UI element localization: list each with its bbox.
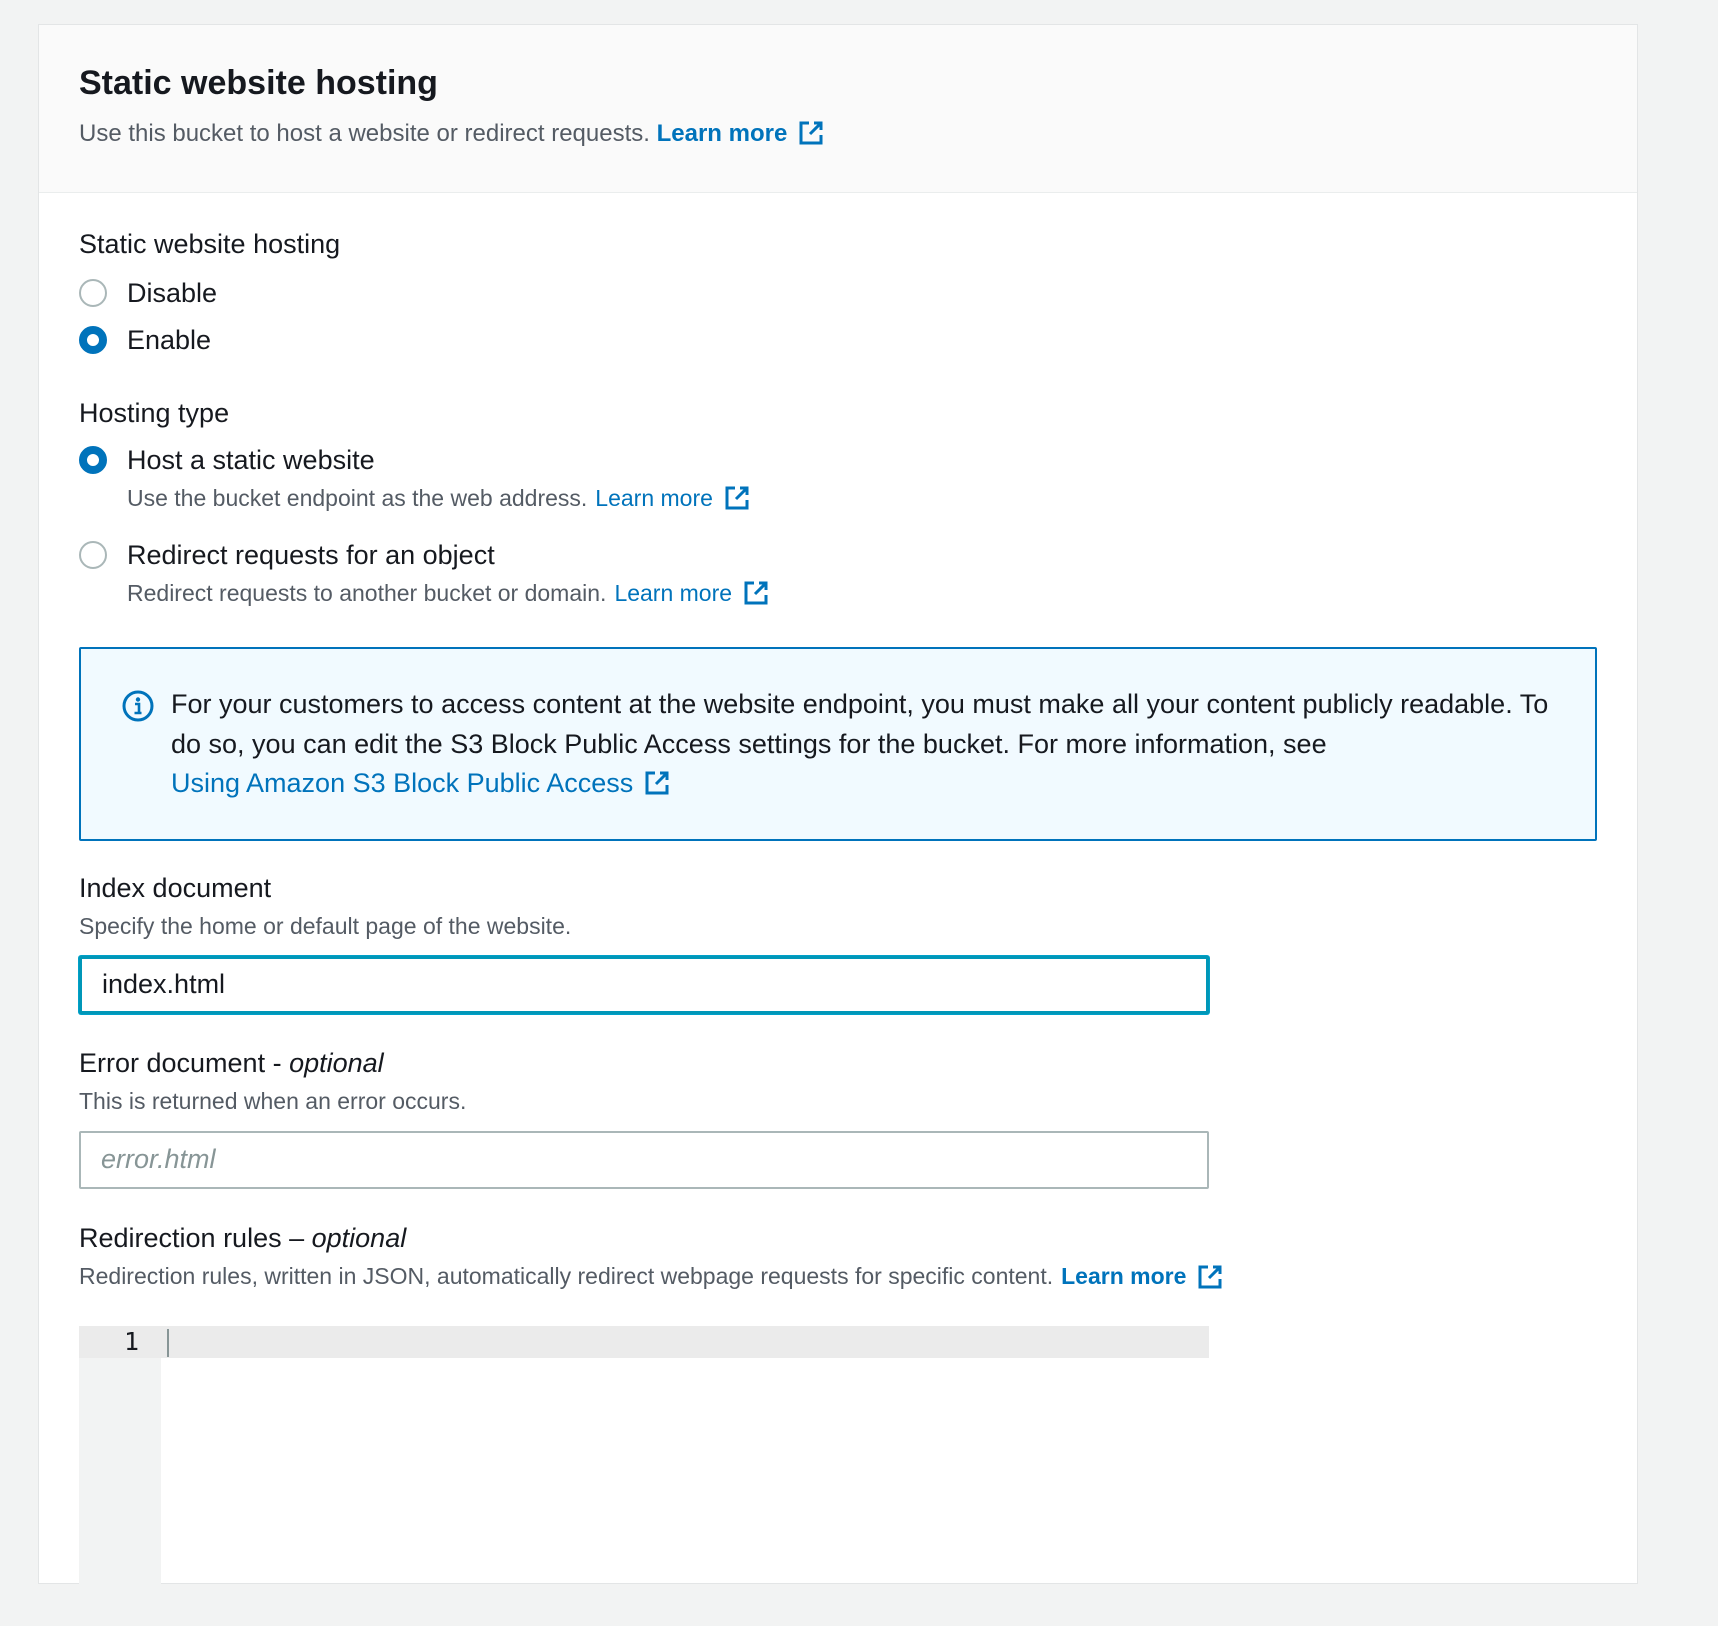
radio-redirect[interactable]: Redirect requests for an object Redirect… bbox=[79, 540, 1597, 607]
radio-host-static-label: Host a static website bbox=[127, 445, 375, 476]
error-document-label: Error document - optional bbox=[79, 1046, 1597, 1081]
panel-header: Static website hosting Use this bucket t… bbox=[39, 25, 1637, 193]
panel-description: Use this bucket to host a website or red… bbox=[79, 118, 1597, 149]
redirect-desc-text: Redirect requests to another bucket or d… bbox=[127, 579, 607, 606]
external-link-icon bbox=[1196, 1263, 1224, 1291]
index-document-label: Index document bbox=[79, 872, 272, 903]
info-alert-message: For your customers to access content at … bbox=[171, 689, 1549, 759]
editor-gutter bbox=[79, 1325, 161, 1626]
block-public-access-link[interactable]: Using Amazon S3 Block Public Access bbox=[171, 764, 671, 803]
panel-description-text: Use this bucket to host a website or red… bbox=[79, 119, 650, 147]
radio-disable-label: Disable bbox=[127, 278, 218, 309]
header-learn-more-label: Learn more bbox=[656, 119, 788, 147]
info-alert-text: For your customers to access content at … bbox=[171, 685, 1555, 802]
info-alert: For your customers to access content at … bbox=[79, 647, 1597, 841]
redirection-rules-label: Redirection rules – optional bbox=[79, 1221, 1597, 1256]
radio-enable-label: Enable bbox=[127, 325, 212, 356]
redirect-learn-more-link[interactable]: Learn more bbox=[614, 579, 770, 607]
editor-line-number: 1 bbox=[123, 1326, 139, 1356]
external-link-icon bbox=[742, 579, 770, 607]
host-static-desc-text: Use the bucket endpoint as the web addre… bbox=[127, 484, 588, 511]
error-document-description: This is returned when an error occurs. bbox=[79, 1087, 467, 1114]
radio-host-static-circle[interactable] bbox=[79, 446, 107, 475]
block-public-access-label: Using Amazon S3 Block Public Access bbox=[171, 767, 634, 798]
radio-disable-circle[interactable] bbox=[79, 279, 107, 308]
external-link-icon bbox=[643, 769, 671, 797]
header-learn-more-link[interactable]: Learn more bbox=[657, 118, 826, 149]
radio-redirect-description: Redirect requests to another bucket or d… bbox=[127, 579, 770, 607]
radio-enable[interactable]: Enable bbox=[79, 325, 1597, 356]
radio-enable-circle[interactable] bbox=[79, 326, 107, 355]
host-static-learn-more-label: Learn more bbox=[595, 484, 713, 511]
redirection-rules-editor[interactable]: 1 bbox=[79, 1325, 1209, 1626]
hosting-toggle-label: Static website hosting bbox=[79, 229, 341, 259]
info-circle-icon bbox=[121, 689, 155, 723]
index-document-input[interactable] bbox=[79, 955, 1209, 1014]
panel-title: Static website hosting bbox=[79, 64, 438, 102]
hosting-type-label: Hosting type bbox=[79, 398, 230, 429]
redirection-rules-learn-more-label: Learn more bbox=[1061, 1262, 1187, 1289]
radio-host-static[interactable]: Host a static website Use the bucket end… bbox=[79, 445, 1597, 512]
editor-cursor bbox=[167, 1328, 169, 1357]
radio-host-static-description: Use the bucket endpoint as the web addre… bbox=[127, 484, 751, 512]
index-document-description: Specify the home or default page of the … bbox=[79, 912, 572, 939]
host-static-learn-more-link[interactable]: Learn more bbox=[595, 484, 751, 512]
error-document-label-text: Error document - bbox=[79, 1047, 290, 1078]
static-website-hosting-panel: Static website hosting Use this bucket t… bbox=[38, 24, 1638, 1626]
redirection-rules-description: Redirection rules, written in JSON, auto… bbox=[79, 1262, 1597, 1292]
radio-disable[interactable]: Disable bbox=[79, 278, 1597, 309]
external-link-icon bbox=[797, 119, 825, 147]
radio-redirect-circle[interactable] bbox=[79, 541, 107, 570]
redirection-rules-learn-more-link[interactable]: Learn more bbox=[1061, 1262, 1224, 1292]
redirect-learn-more-label: Learn more bbox=[614, 579, 733, 606]
redirection-rules-label-text: Redirection rules – bbox=[79, 1222, 312, 1253]
error-document-input[interactable] bbox=[79, 1130, 1209, 1189]
redirection-rules-desc-text: Redirection rules, written in JSON, auto… bbox=[79, 1262, 1054, 1289]
redirection-rules-optional: optional bbox=[311, 1222, 407, 1253]
error-document-optional: optional bbox=[289, 1047, 384, 1078]
editor-active-line[interactable] bbox=[79, 1325, 1209, 1358]
radio-redirect-label: Redirect requests for an object bbox=[127, 540, 495, 571]
external-link-icon bbox=[723, 484, 751, 512]
panel-body: Static website hosting Disable Enable Ho… bbox=[39, 193, 1637, 1626]
